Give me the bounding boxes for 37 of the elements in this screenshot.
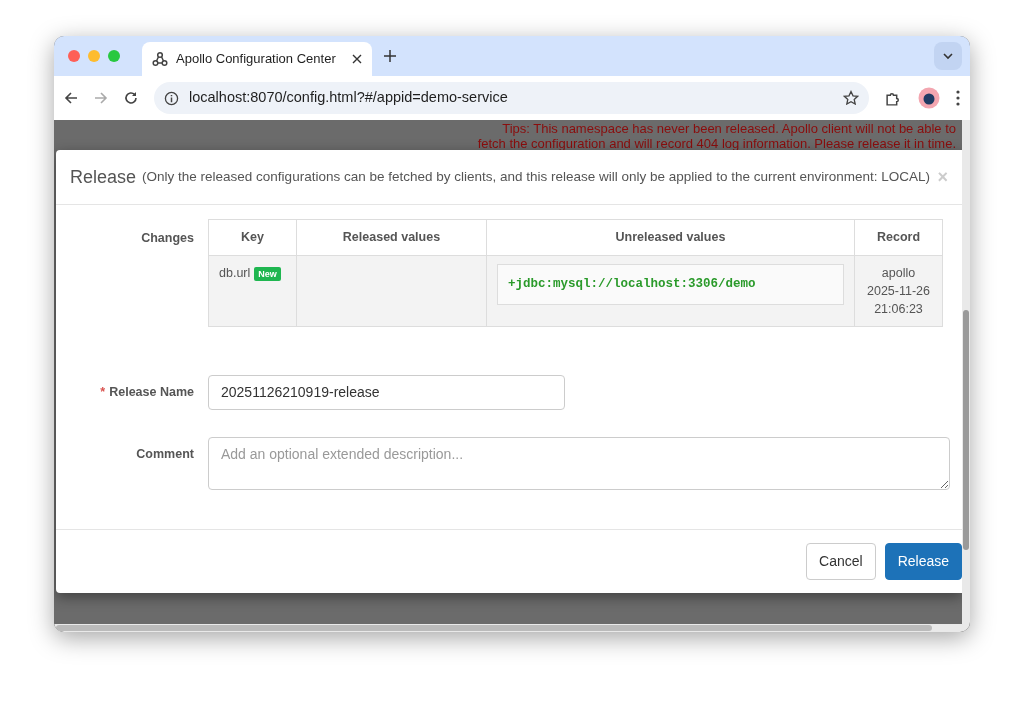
field-label: Release Name [109,384,194,399]
comment-field[interactable]: Add an optional extended description... [208,436,950,490]
field-label: Comment [136,446,194,461]
column-header: Unreleased values [486,219,855,256]
avatar-icon[interactable] [918,87,940,109]
key-text: db.url [219,265,251,280]
menu-icon[interactable] [956,90,960,106]
browser-tab[interactable]: Apollo Configuration Center [142,42,372,76]
tab-search-button[interactable] [934,42,962,70]
record-text: 21:06:23 [873,300,924,318]
info-icon [164,90,179,106]
scrollbar-thumb[interactable] [963,310,969,550]
unreleased-value: +jdbc:mysql://localhost:3306/demo [497,263,844,305]
tab-title: Apollo Configuration Center [176,50,337,69]
cancel-button[interactable]: Cancel [806,543,876,580]
release-name-field[interactable]: 20251126210919-release [208,374,565,410]
column-header: Key [208,219,297,256]
url-text: localhost:8070/config.html?#/appid=demo-service [189,88,509,108]
reload-icon[interactable] [124,91,138,105]
star-icon[interactable] [843,90,859,106]
release-button[interactable]: Release [884,543,962,580]
address-bar[interactable]: localhost:8070/config.html?#/appid=demo-service [154,82,869,114]
record-text: 2025-11-26 [866,282,931,300]
back-icon[interactable] [64,91,78,105]
new-tab-icon[interactable] [384,50,396,62]
scrollbar-thumb[interactable] [56,625,932,631]
field-label: Changes [141,231,194,245]
dialog-subtitle: (Only the released configurations can be fetched by clients, and this release will only be applied to the current environment: LOCAL) [142,167,931,186]
column-header: Record [854,219,943,256]
new-badge: New [254,266,281,281]
webhook-icon [152,51,168,67]
close-icon[interactable] [352,54,362,64]
tips-text: Tips: This namespace has never been released. Apollo client will not be able to [501,121,956,136]
required-mark: * [100,384,106,399]
column-header: Released values [296,219,487,256]
record-text: apollo [880,264,917,282]
dialog-title: Release [70,165,137,189]
